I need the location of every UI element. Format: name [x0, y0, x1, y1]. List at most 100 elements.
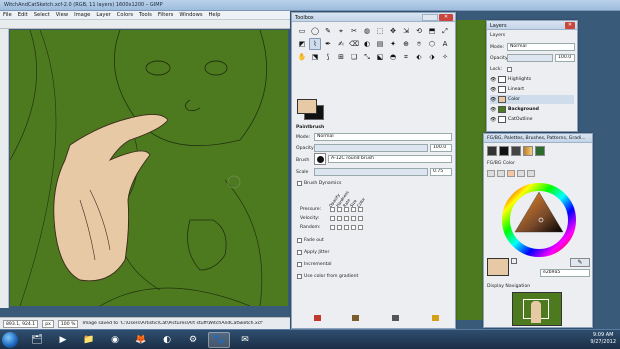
scale-selector-icon[interactable] — [527, 170, 535, 177]
dynamics-checkbox[interactable] — [351, 207, 356, 212]
fg-color-preview[interactable] — [487, 258, 509, 276]
menu-filters[interactable]: Filters — [158, 12, 174, 18]
tool-icon[interactable]: ◯ — [309, 25, 321, 37]
scale-value[interactable]: 0.75 — [430, 168, 452, 176]
brush-dynamics-toggle[interactable] — [297, 181, 302, 186]
brush-tab-icon[interactable] — [499, 146, 509, 156]
close-icon[interactable]: ✕ — [565, 22, 575, 29]
tool-icon[interactable]: ✥ — [387, 25, 399, 37]
tool-icon[interactable]: ◩ — [296, 38, 308, 50]
layers-opacity-slider[interactable] — [507, 54, 553, 62]
menu-select[interactable]: Select — [34, 12, 50, 18]
zoom-select[interactable]: 100 % — [57, 319, 79, 328]
menu-view[interactable]: View — [56, 12, 68, 18]
dynamics-checkbox[interactable] — [330, 216, 335, 221]
delete-options-icon[interactable] — [392, 315, 399, 321]
tool-icon[interactable]: ⟆ — [322, 51, 334, 63]
color-picker-button[interactable]: ✎ — [570, 258, 590, 267]
tool-icon[interactable]: ⬔ — [309, 51, 321, 63]
explorer-taskbar-icon[interactable]: 🗂 — [26, 332, 48, 348]
tool-icon[interactable]: ▭ — [296, 25, 308, 37]
tool-icon[interactable]: ⌖ — [335, 25, 347, 37]
pattern-tab-icon[interactable] — [511, 146, 521, 156]
tool-icon[interactable]: ✧ — [439, 51, 451, 63]
tool-icon[interactable]: ◓ — [387, 51, 399, 63]
tool-icon[interactable]: ❏ — [348, 51, 360, 63]
tool-icon[interactable]: ⤡ — [361, 51, 373, 63]
layer-row[interactable]: 👁 Lineart — [490, 85, 574, 94]
folder-taskbar-icon[interactable]: 📁 — [78, 332, 100, 348]
start-button-icon[interactable] — [2, 332, 18, 348]
tool-icon[interactable]: ✂ — [348, 25, 360, 37]
tool-icon[interactable]: ⬡ — [426, 38, 438, 50]
cmyk-selector-icon[interactable] — [497, 170, 505, 177]
visibility-eye-icon[interactable]: 👁 — [490, 117, 496, 123]
dynamics-checkbox[interactable] — [337, 225, 342, 230]
tool-icon[interactable]: ⬖ — [413, 51, 425, 63]
scale-slider[interactable] — [314, 168, 428, 176]
media-taskbar-icon[interactable]: ▶ — [52, 332, 74, 348]
tool-icon[interactable]: ⊞ — [335, 51, 347, 63]
tool-icon[interactable]: ◍ — [361, 25, 373, 37]
tool-icon[interactable]: ⬒ — [426, 25, 438, 37]
tool-icon[interactable]: ✍ — [335, 38, 347, 50]
tool-icon[interactable]: ⌇ — [309, 38, 321, 50]
tool-icon[interactable]: ✎ — [322, 25, 334, 37]
navigation-preview[interactable] — [512, 292, 562, 326]
brush-preview-icon[interactable] — [314, 153, 326, 165]
layer-row[interactable]: 👁 Background — [490, 105, 574, 114]
tool-icon[interactable]: ✒ — [322, 38, 334, 50]
save-options-icon[interactable] — [314, 315, 321, 321]
tool-icon[interactable]: ⌾ — [413, 38, 425, 50]
incremental-toggle[interactable] — [297, 262, 302, 267]
vertical-ruler[interactable] — [0, 29, 9, 308]
layer-row[interactable]: 👁 CatOutline — [490, 115, 574, 124]
apply-jitter-toggle[interactable] — [297, 250, 302, 255]
restore-options-icon[interactable] — [352, 315, 359, 321]
color-gradient-toggle[interactable] — [297, 274, 302, 279]
dynamics-checkbox[interactable] — [358, 216, 363, 221]
menu-image[interactable]: Image — [74, 12, 90, 18]
layer-row[interactable]: 👁 Color — [490, 95, 574, 104]
dynamics-checkbox[interactable] — [337, 216, 342, 221]
opacity-value[interactable]: 100.0 — [430, 144, 452, 152]
dynamics-checkbox[interactable] — [344, 207, 349, 212]
menu-colors[interactable]: Colors — [117, 12, 133, 18]
brush-name[interactable]: A-12C round brush — [328, 155, 452, 163]
reset-options-icon[interactable] — [432, 315, 439, 321]
foreground-color-swatch[interactable] — [297, 99, 317, 114]
dynamics-checkbox[interactable] — [330, 207, 335, 212]
tool-icon[interactable]: ▤ — [374, 38, 386, 50]
dynamics-checkbox[interactable] — [351, 216, 356, 221]
menu-edit[interactable]: Edit — [18, 12, 28, 18]
tool-icon[interactable]: ⬗ — [426, 51, 438, 63]
gimp-taskbar-icon[interactable]: 🐾 — [208, 332, 230, 348]
dynamics-checkbox[interactable] — [358, 225, 363, 230]
menu-windows[interactable]: Windows — [179, 12, 202, 18]
dynamics-checkbox[interactable] — [351, 225, 356, 230]
horizontal-ruler[interactable] — [0, 20, 290, 29]
palette-tab-icon[interactable] — [487, 146, 497, 156]
tool-icon[interactable]: ⊕ — [400, 38, 412, 50]
menu-help[interactable]: Help — [209, 12, 221, 18]
menu-file[interactable]: File — [3, 12, 12, 18]
menu-layer[interactable]: Layer — [96, 12, 110, 18]
visibility-eye-icon[interactable]: 👁 — [490, 97, 496, 103]
app2-taskbar-icon[interactable]: ⚙ — [182, 332, 204, 348]
chrome-taskbar-icon[interactable]: ◉ — [104, 332, 126, 348]
tool-icon[interactable]: ⇲ — [400, 25, 412, 37]
tool-icon[interactable]: ⬚ — [374, 25, 386, 37]
color-triangle-wheel[interactable] — [501, 182, 577, 258]
dynamics-checkbox[interactable] — [330, 225, 335, 230]
visibility-eye-icon[interactable]: 👁 — [490, 107, 496, 113]
hex-color-input[interactable]: e2b9a5 — [540, 269, 590, 277]
fade-out-toggle[interactable] — [297, 238, 302, 243]
layers-mode-select[interactable]: Normal — [507, 43, 575, 51]
layers-opacity-value[interactable]: 100.0 — [555, 54, 575, 62]
water-selector-icon[interactable] — [517, 170, 525, 177]
menu-tools[interactable]: Tools — [139, 12, 152, 18]
tool-icon[interactable]: ⌗ — [400, 51, 412, 63]
tool-icon[interactable]: ⬕ — [374, 51, 386, 63]
firefox-taskbar-icon[interactable]: 🦊 — [130, 332, 152, 348]
app-taskbar-icon[interactable]: ◐ — [156, 332, 178, 348]
